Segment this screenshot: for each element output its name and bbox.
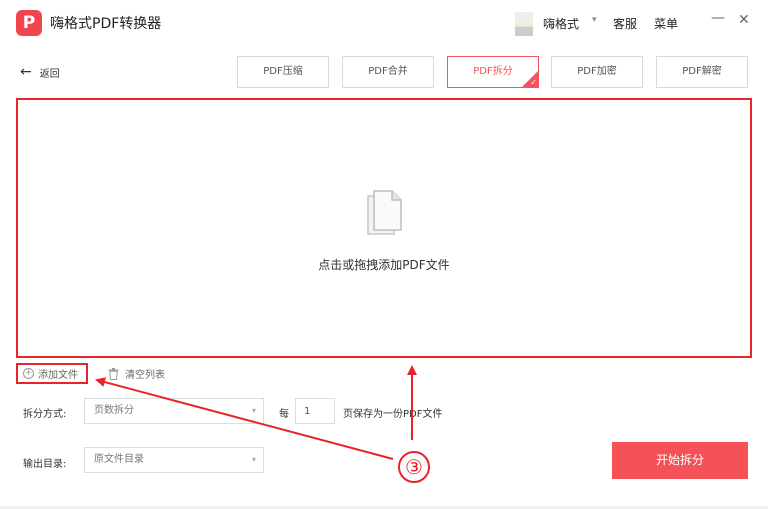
- tab-pdf-decrypt[interactable]: PDF解密: [656, 56, 748, 88]
- user-dropdown-icon[interactable]: ▾: [592, 15, 597, 25]
- check-icon: ✓: [530, 78, 537, 87]
- tab-pdf-merge[interactable]: PDF合并: [342, 56, 434, 88]
- user-avatar[interactable]: [515, 12, 533, 36]
- tab-pdf-split-label: PDF拆分: [473, 66, 513, 77]
- add-circle-icon: +: [23, 368, 34, 379]
- tab-pdf-split[interactable]: PDF拆分 ✓: [447, 56, 539, 88]
- every-label: 每: [279, 409, 289, 420]
- user-name[interactable]: 嗨格式: [543, 15, 579, 32]
- app-logo-icon: P: [16, 10, 42, 36]
- tab-pdf-compress[interactable]: PDF压缩: [237, 56, 329, 88]
- clear-list-button[interactable]: 清空列表: [108, 366, 165, 381]
- output-dir-value: 原文件目录: [94, 454, 144, 465]
- back-label: 返回: [39, 68, 60, 80]
- trash-icon: [108, 367, 119, 380]
- pages-suffix-label: 页保存为一份PDF文件: [343, 409, 443, 420]
- clear-list-label: 清空列表: [125, 370, 165, 381]
- chevron-down-icon: ▾: [251, 455, 256, 464]
- app-title: 嗨格式PDF转换器: [50, 16, 162, 32]
- file-drop-zone[interactable]: 点击或拖拽添加PDF文件: [16, 98, 752, 358]
- document-icon: [367, 190, 402, 235]
- split-mode-select[interactable]: 页数拆分 ▾: [84, 398, 264, 424]
- service-link[interactable]: 客服: [613, 15, 637, 32]
- minimize-icon[interactable]: —: [711, 10, 725, 26]
- output-dir-select[interactable]: 原文件目录 ▾: [84, 447, 264, 473]
- start-split-button[interactable]: 开始拆分: [612, 442, 748, 479]
- add-file-button[interactable]: + 添加文件: [16, 363, 88, 384]
- split-mode-value: 页数拆分: [94, 405, 134, 416]
- close-icon[interactable]: ✕: [738, 12, 750, 28]
- back-arrow-icon: ←: [20, 64, 32, 80]
- title-bar: P 嗨格式PDF转换器 嗨格式 ▾ 客服 菜单 — ✕: [0, 0, 768, 45]
- tab-pdf-encrypt[interactable]: PDF加密: [551, 56, 643, 88]
- output-dir-label: 输出目录:: [23, 459, 67, 470]
- step-number-badge: ③: [398, 451, 430, 483]
- back-button[interactable]: ← 返回: [20, 64, 60, 80]
- split-mode-label: 拆分方式:: [23, 409, 67, 420]
- chevron-down-icon: ▾: [251, 406, 256, 415]
- add-file-label: 添加文件: [38, 370, 78, 381]
- pages-per-file-input[interactable]: [295, 398, 335, 424]
- drop-zone-text: 点击或拖拽添加PDF文件: [318, 258, 450, 272]
- menu-link[interactable]: 菜单: [654, 15, 678, 32]
